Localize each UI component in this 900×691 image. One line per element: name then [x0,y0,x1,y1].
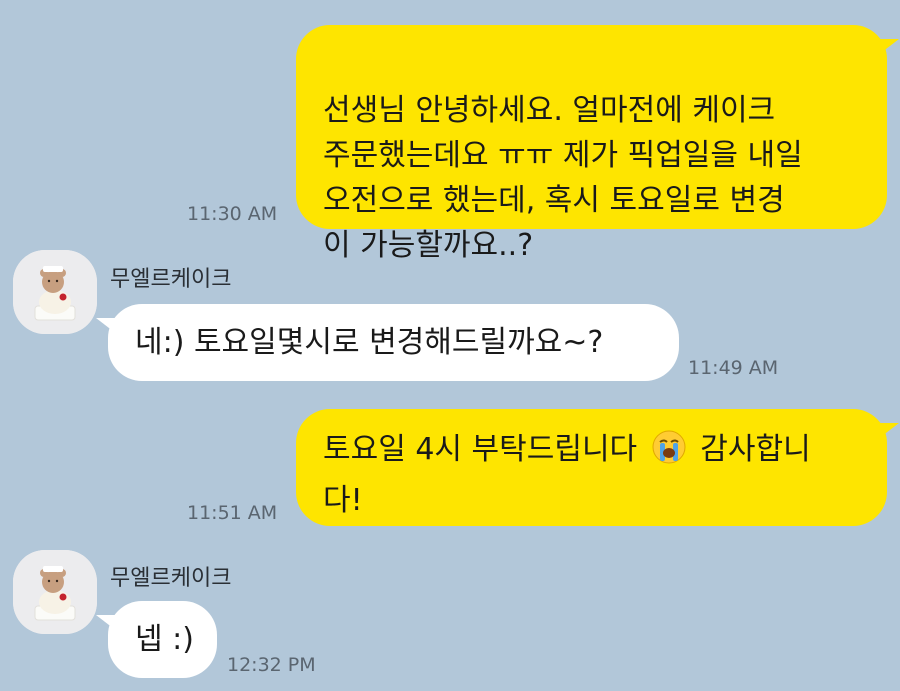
message-text-part: 토요일 4시 부탁드립니다 [323,432,638,467]
incoming-message[interactable]: 네:) 토요일몇시로 변경해드릴까요~? [96,304,679,381]
bubble-tail [873,39,899,59]
message-text-part: 다! [323,483,363,518]
message-time: 11:51 AM [187,502,278,524]
sender-name: 무엘르케이크 [110,566,232,591]
message-time: 12:32 PM [227,654,316,676]
bubble-tail [96,318,122,338]
message-time: 11:30 AM [187,203,278,225]
avatar[interactable] [13,550,97,634]
message-time: 11:49 AM [688,357,779,379]
incoming-message[interactable]: 넵 :) [96,601,217,678]
outgoing-message[interactable]: 선생님 안녕하세요. 얼마전에 케이크 주문했는데요 ㅠㅠ 제가 픽업일을 내일… [296,25,899,263]
cake-avatar-icon [13,250,97,334]
message-text: 선생님 안녕하세요. 얼마전에 케이크 주문했는데요 ㅠㅠ 제가 픽업일을 내일… [323,93,803,263]
avatar[interactable] [13,250,97,334]
cake-avatar-icon [13,550,97,634]
bubble-tail [96,615,122,635]
outgoing-message[interactable]: 토요일 4시 부탁드립니다 감사합니 다! [296,409,899,526]
message-text: 넵 :) [135,622,194,657]
bubble-tail [873,423,899,443]
loudly-crying-face-icon [651,429,687,478]
message-text-part: 감사합니 [700,432,811,467]
message-text: 네:) 토요일몇시로 변경해드릴까요~? [135,325,604,360]
sender-name: 무엘르케이크 [110,267,232,292]
